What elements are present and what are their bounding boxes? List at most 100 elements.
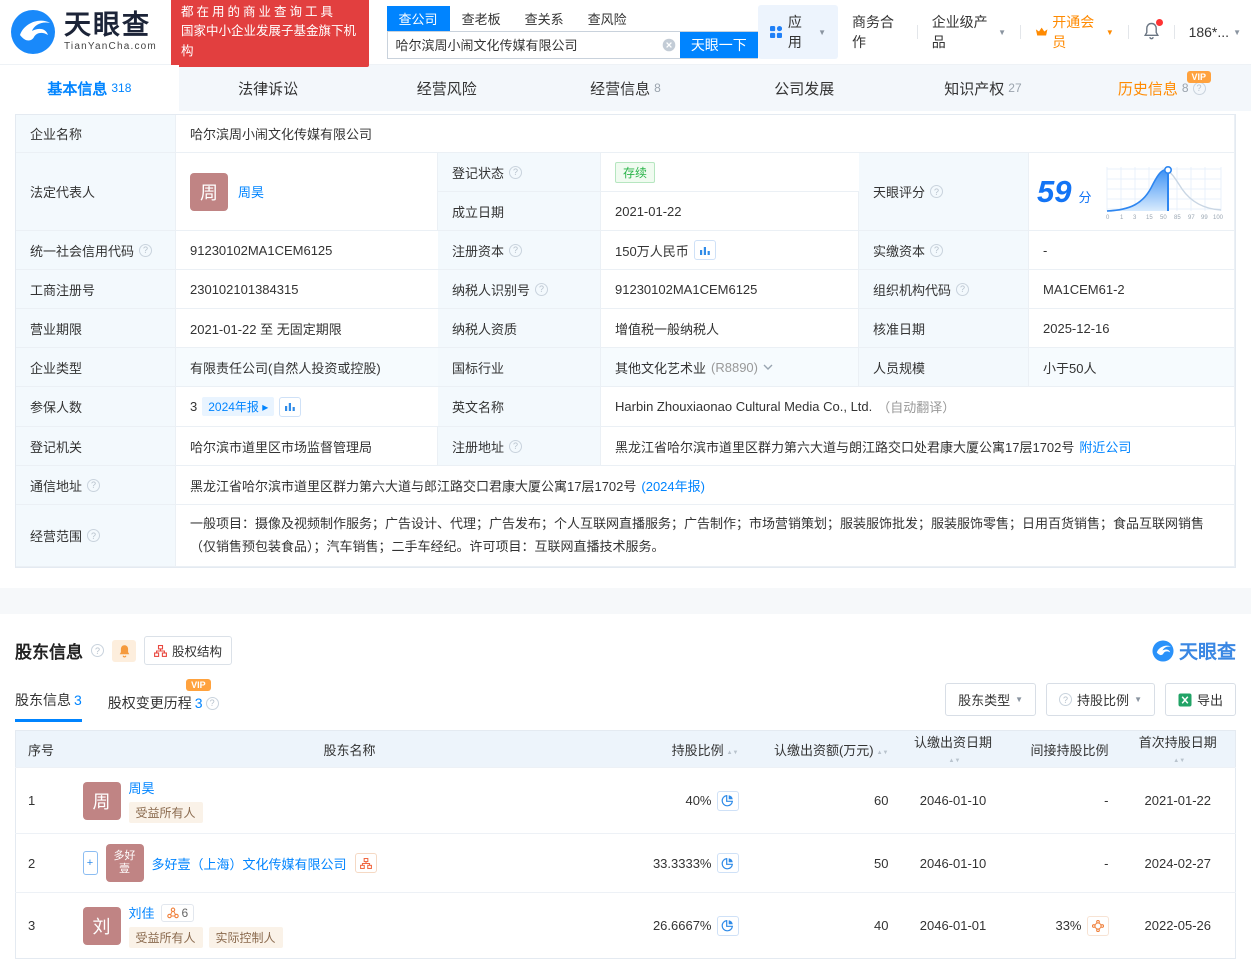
- indirect-path-icon[interactable]: [1087, 916, 1109, 936]
- tab-shareholder-info[interactable]: 股东信息 3: [15, 690, 82, 722]
- help-icon[interactable]: ?: [509, 166, 522, 179]
- pie-chart-icon[interactable]: [717, 791, 739, 811]
- annual-report-badge[interactable]: 2024年报 ▸: [202, 397, 274, 416]
- table-row: 3 刘 刘佳 6: [16, 893, 1236, 959]
- legal-rep-link[interactable]: 周昊: [238, 182, 264, 201]
- tab-operation-risk[interactable]: 经营风险: [357, 65, 536, 111]
- help-icon[interactable]: ?: [509, 244, 522, 257]
- date-value: 2046-01-10: [901, 834, 1006, 893]
- tab-intellectual-property[interactable]: 知识产权27: [894, 65, 1073, 111]
- annual-report-link[interactable]: (2024年报): [641, 476, 705, 495]
- chevron-down-icon: ▼: [818, 28, 826, 37]
- help-icon[interactable]: ?: [87, 479, 100, 492]
- search-area: 查公司 查老板 查关系 查风险 哈尔滨周小闹文化传媒有限公司 天眼一下: [387, 6, 758, 59]
- shareholder-link[interactable]: 多好壹（上海）文化传媒有限公司: [152, 854, 347, 873]
- col-amount[interactable]: 认缴出资额(万元)▲▼: [751, 731, 901, 768]
- vip-badge: VIP: [186, 679, 211, 691]
- shareholders-title: 股东信息: [15, 638, 83, 663]
- english-name-value: Harbin Zhouxiaonao Cultural Media Co., L…: [601, 387, 1235, 427]
- shareholder-link[interactable]: 周昊: [129, 781, 155, 796]
- table-row: 1 周 周昊 受益所有人 40% 60 2046-01-10 - 2021-01…: [16, 768, 1236, 834]
- nav-open-vip[interactable]: 开通会员 ▼: [1035, 12, 1114, 52]
- amount-value: 60: [751, 768, 901, 834]
- beneficial-owner-badge: 受益所有人: [129, 802, 203, 823]
- business-term-value: 2021-01-22 至 无固定期限: [176, 309, 438, 348]
- apps-label: 应用: [788, 12, 812, 52]
- shareholders-section: 股东信息 ? 股权结构 天眼查 股东信息 3 VIP 股权变更历程 3 ? 股东…: [15, 614, 1236, 959]
- tianyancha-logo[interactable]: 天眼查 TianYanCha.com: [10, 9, 157, 55]
- tab-equity-change-history[interactable]: VIP 股权变更历程 3 ?: [108, 693, 219, 722]
- nav-business-coop[interactable]: 商务合作: [852, 12, 903, 52]
- help-icon[interactable]: ?: [206, 697, 219, 710]
- insured-chart-icon[interactable]: [279, 397, 301, 417]
- user-account-menu[interactable]: 186*... ▼: [1189, 24, 1241, 40]
- monitor-bell-button[interactable]: [112, 640, 136, 662]
- pie-chart-icon[interactable]: [717, 916, 739, 936]
- help-icon[interactable]: ?: [1193, 82, 1206, 95]
- search-button[interactable]: 天眼一下: [680, 32, 758, 58]
- chevron-down-icon: ▼: [1015, 695, 1023, 704]
- avatar: 刘: [83, 907, 121, 945]
- help-icon[interactable]: ?: [509, 440, 522, 453]
- search-tab-risk[interactable]: 查风险: [576, 6, 639, 31]
- paid-capital-value: -: [1029, 231, 1235, 270]
- tab-basic-info[interactable]: 基本信息318: [0, 65, 179, 111]
- export-button[interactable]: 导出: [1165, 683, 1236, 716]
- shareholder-link[interactable]: 刘佳: [129, 903, 155, 922]
- help-icon[interactable]: ?: [535, 283, 548, 296]
- table-row: 2 + 多好壹 多好壹（上海）文化传媒有限公司 33.3333% 50: [16, 834, 1236, 893]
- related-companies-badge[interactable]: 6: [161, 904, 195, 922]
- pie-chart-icon[interactable]: [717, 853, 739, 873]
- nearby-companies-link[interactable]: 附近公司: [1079, 437, 1131, 456]
- svg-text:1: 1: [1120, 215, 1124, 221]
- amount-value: 40: [751, 893, 901, 959]
- nav-enterprise-products[interactable]: 企业级产品 ▼: [932, 12, 1006, 52]
- chevron-down-icon: ▼: [1233, 28, 1241, 37]
- notification-dot: [1156, 19, 1163, 26]
- col-first-date[interactable]: 首次持股日期▲▼: [1121, 731, 1236, 768]
- search-tab-boss[interactable]: 查老板: [450, 6, 513, 31]
- tab-company-development[interactable]: 公司发展: [715, 65, 894, 111]
- search-input[interactable]: 哈尔滨周小闹文化传媒有限公司: [388, 32, 658, 58]
- apps-menu-button[interactable]: 应用 ▼: [758, 5, 838, 59]
- notifications-bell[interactable]: [1143, 22, 1160, 43]
- promo-line1: 都在用的商业查询工具: [181, 3, 359, 22]
- equity-structure-button[interactable]: 股权结构: [144, 636, 232, 665]
- search-tabs: 查公司 查老板 查关系 查风险: [387, 6, 758, 31]
- shareholder-type-filter[interactable]: 股东类型 ▼: [945, 683, 1036, 716]
- tab-history-info[interactable]: VIP 历史信息8 ?: [1072, 65, 1251, 111]
- help-icon[interactable]: ?: [930, 185, 943, 198]
- mail-address-value: 黑龙江省哈尔滨市道里区群力第六大道与郎江路交口君康大厦公寓17层1702号 (2…: [176, 466, 1235, 505]
- tab-operation-info[interactable]: 经营信息8: [536, 65, 715, 111]
- company-info-table: 企业名称 哈尔滨周小闹文化传媒有限公司 法定代表人 周 周昊 登记状态? 存续 …: [15, 114, 1236, 568]
- help-icon[interactable]: ?: [956, 283, 969, 296]
- expand-row-button[interactable]: +: [83, 851, 98, 875]
- help-icon[interactable]: ?: [91, 644, 104, 657]
- tab-legal-proceedings[interactable]: 法律诉讼: [179, 65, 358, 111]
- logo-title: 天眼查: [64, 12, 157, 39]
- field-label: 企业类型: [16, 348, 176, 387]
- tianyan-score-cell[interactable]: 59 分 01 315 5085 9799 100: [1029, 153, 1235, 231]
- clear-search-icon[interactable]: [658, 32, 680, 58]
- col-indirect: 间接持股比例: [1006, 731, 1121, 768]
- svg-text:100: 100: [1213, 215, 1224, 221]
- score-unit: 分: [1078, 187, 1091, 206]
- col-date[interactable]: 认缴出资日期▲▼: [901, 731, 1006, 768]
- search-tab-relation[interactable]: 查关系: [513, 6, 576, 31]
- equity-structure-icon[interactable]: [355, 853, 377, 873]
- help-icon[interactable]: ?: [139, 244, 152, 257]
- company-type-value: 有限责任公司(自然人投资或控股): [176, 348, 438, 387]
- user-phone: 186*...: [1189, 24, 1229, 40]
- tianyancha-logo-icon: [1152, 640, 1174, 662]
- industry-value[interactable]: 其他文化艺术业 (R8890): [601, 348, 859, 387]
- capital-chart-icon[interactable]: [694, 240, 716, 260]
- row-index: 1: [16, 768, 71, 834]
- help-icon[interactable]: ?: [930, 244, 943, 257]
- holding-ratio-filter[interactable]: ? 持股比例 ▼: [1046, 683, 1155, 716]
- search-tab-company[interactable]: 查公司: [387, 6, 450, 31]
- promo-banner: 都在用的商业查询工具 国家中小企业发展子基金旗下机构: [171, 0, 369, 67]
- first-date-value: 2024-02-27: [1121, 834, 1236, 893]
- help-icon[interactable]: ?: [87, 529, 100, 542]
- sort-icon: ▲▼: [727, 751, 739, 756]
- col-ratio[interactable]: 持股比例▲▼: [629, 731, 751, 768]
